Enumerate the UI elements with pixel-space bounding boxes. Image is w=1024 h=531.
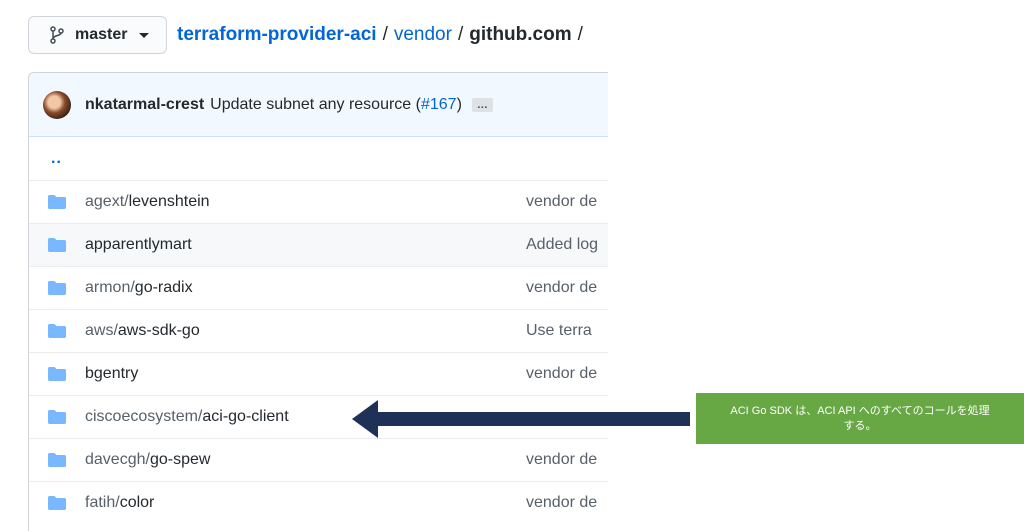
file-row[interactable]: agext/levenshtein vendor de [29, 180, 608, 223]
row-commit-message[interactable]: vendor de [526, 193, 597, 211]
row-commit-message[interactable]: vendor de [526, 279, 597, 297]
commit-pr-link[interactable]: #167 [421, 96, 457, 113]
chevron-down-icon [139, 32, 150, 38]
avatar[interactable] [43, 90, 71, 119]
git-branch-icon [50, 26, 64, 44]
folder-icon [48, 496, 66, 510]
breadcrumb-current: github.com [469, 24, 572, 45]
folder-name: apparentlymart [85, 236, 192, 253]
expand-commit-button[interactable]: … [471, 97, 493, 112]
parent-directory-link[interactable]: .. [47, 150, 62, 168]
folder-name: aws-sdk-go [117, 322, 200, 339]
latest-commit-bar: nkatarmal-crest Update subnet any resour… [29, 73, 608, 137]
file-row[interactable]: aws/aws-sdk-go Use terra [29, 309, 608, 352]
folder-icon [48, 410, 66, 424]
folder-link[interactable]: armon/go-radix [85, 279, 193, 297]
branch-selector-button[interactable]: master [28, 16, 167, 54]
breadcrumb-vendor-link[interactable]: vendor [394, 24, 452, 46]
annotation-text: ACI Go SDK は、ACI API へのすべてのコールを処理する。 [730, 404, 990, 432]
folder-owner: aws/ [85, 322, 118, 339]
folder-icon [48, 238, 66, 252]
folder-link[interactable]: davecgh/go-spew [85, 451, 210, 469]
folder-icon [48, 281, 66, 295]
file-row[interactable]: apparentlymart Added log [29, 223, 608, 266]
folder-name: go-radix [134, 279, 193, 296]
folder-owner: ciscoecosystem/ [85, 408, 203, 425]
breadcrumb-separator: / [457, 24, 464, 45]
row-commit-message[interactable]: vendor de [526, 451, 597, 469]
folder-icon [48, 324, 66, 338]
folder-link[interactable]: apparentlymart [85, 236, 192, 254]
folder-icon [48, 367, 66, 381]
folder-icon [48, 195, 66, 209]
folder-owner: agext/ [85, 193, 129, 210]
breadcrumb: terraform-provider-aci / vendor / github… [177, 24, 589, 46]
row-commit-message[interactable]: Use terra [526, 322, 592, 340]
commit-message[interactable]: Update subnet any resource (#167) [210, 96, 462, 114]
file-row[interactable]: fatih/color vendor de [29, 481, 608, 524]
file-row[interactable]: armon/go-radix vendor de [29, 266, 608, 309]
branch-name: master [75, 26, 128, 43]
file-list: nkatarmal-crest Update subnet any resour… [28, 72, 608, 531]
breadcrumb-separator: / [577, 24, 583, 45]
folder-icon [48, 453, 66, 467]
commit-author-link[interactable]: nkatarmal-crest [85, 96, 204, 114]
folder-owner: davecgh/ [85, 451, 150, 468]
arrow-left-icon [352, 400, 690, 438]
folder-name: aci-go-client [202, 408, 289, 425]
folder-link[interactable]: bgentry [85, 365, 138, 383]
folder-owner: armon/ [85, 279, 135, 296]
folder-name: levenshtein [128, 193, 210, 210]
annotation-callout: ACI Go SDK は、ACI API へのすべてのコールを処理する。 [696, 393, 1024, 444]
folder-link[interactable]: fatih/color [85, 494, 154, 512]
file-row[interactable]: davecgh/go-spew vendor de [29, 438, 608, 481]
folder-owner: fatih/ [85, 494, 120, 511]
folder-link[interactable]: agext/levenshtein [85, 193, 210, 211]
folder-name: color [119, 494, 155, 511]
folder-link[interactable]: ciscoecosystem/aci-go-client [85, 408, 289, 426]
row-commit-message[interactable]: Added log [526, 236, 598, 254]
file-row[interactable]: bgentry vendor de [29, 352, 608, 395]
folder-name: go-spew [149, 451, 211, 468]
row-commit-message[interactable]: vendor de [526, 494, 597, 512]
breadcrumb-separator: / [382, 24, 388, 45]
row-commit-message[interactable]: vendor de [526, 365, 597, 383]
breadcrumb-repo-link[interactable]: terraform-provider-aci [177, 24, 377, 46]
folder-link[interactable]: aws/aws-sdk-go [85, 322, 200, 340]
parent-directory-row[interactable]: .. [29, 137, 608, 180]
folder-name: bgentry [85, 365, 139, 382]
